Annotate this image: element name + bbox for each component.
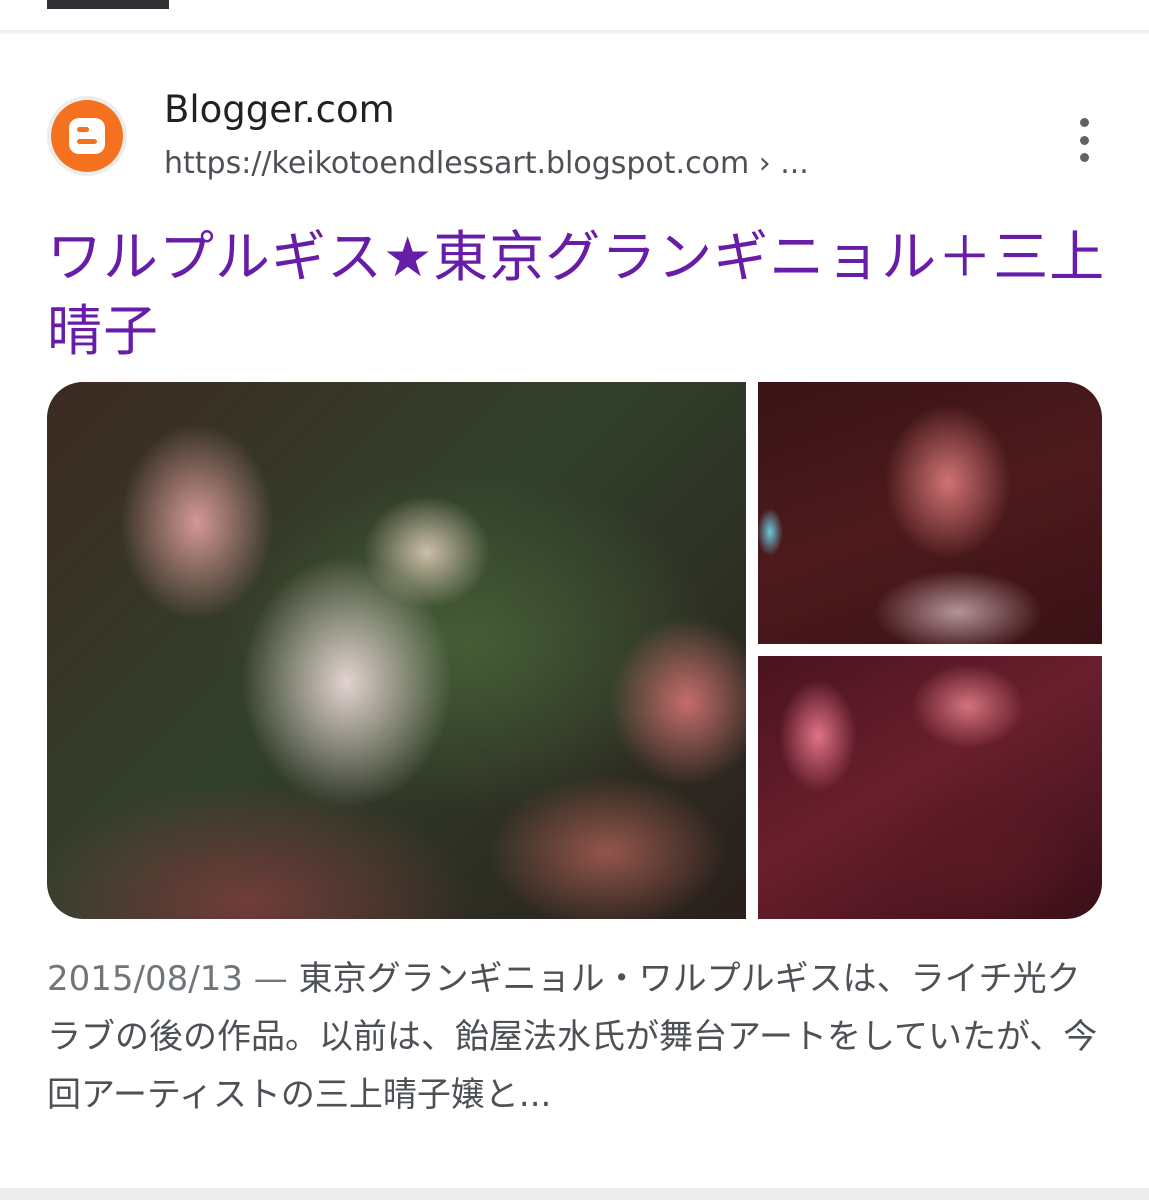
more-vert-icon[interactable] [1064, 118, 1104, 162]
result-title-link[interactable]: ワルプルギス★東京グランギニョル＋三上晴子 [47, 220, 1107, 368]
site-name[interactable]: Blogger.com [164, 88, 395, 131]
active-tab-indicator [47, 0, 169, 9]
date-separator: — [242, 959, 299, 999]
site-url-breadcrumb[interactable]: https://keikotoendlessart.blogspot.com ›… [164, 146, 809, 181]
result-date: 2015/08/13 [47, 959, 243, 999]
blogger-logo-icon[interactable] [47, 96, 127, 176]
more-dot [1079, 118, 1089, 127]
result-image-bottom-right[interactable] [758, 656, 1102, 919]
blogger-logo-badge [51, 100, 123, 172]
blogger-b-glyph [69, 118, 105, 154]
more-dot [1079, 135, 1089, 145]
result-image-top-right[interactable] [758, 382, 1102, 644]
result-divider [0, 1188, 1149, 1200]
result-image-main[interactable] [47, 382, 746, 919]
result-snippet: 2015/08/13 — 東京グランギニョル・ワルプルギスは、ライチ光クラブの後… [47, 950, 1107, 1124]
more-dot [1079, 153, 1089, 162]
